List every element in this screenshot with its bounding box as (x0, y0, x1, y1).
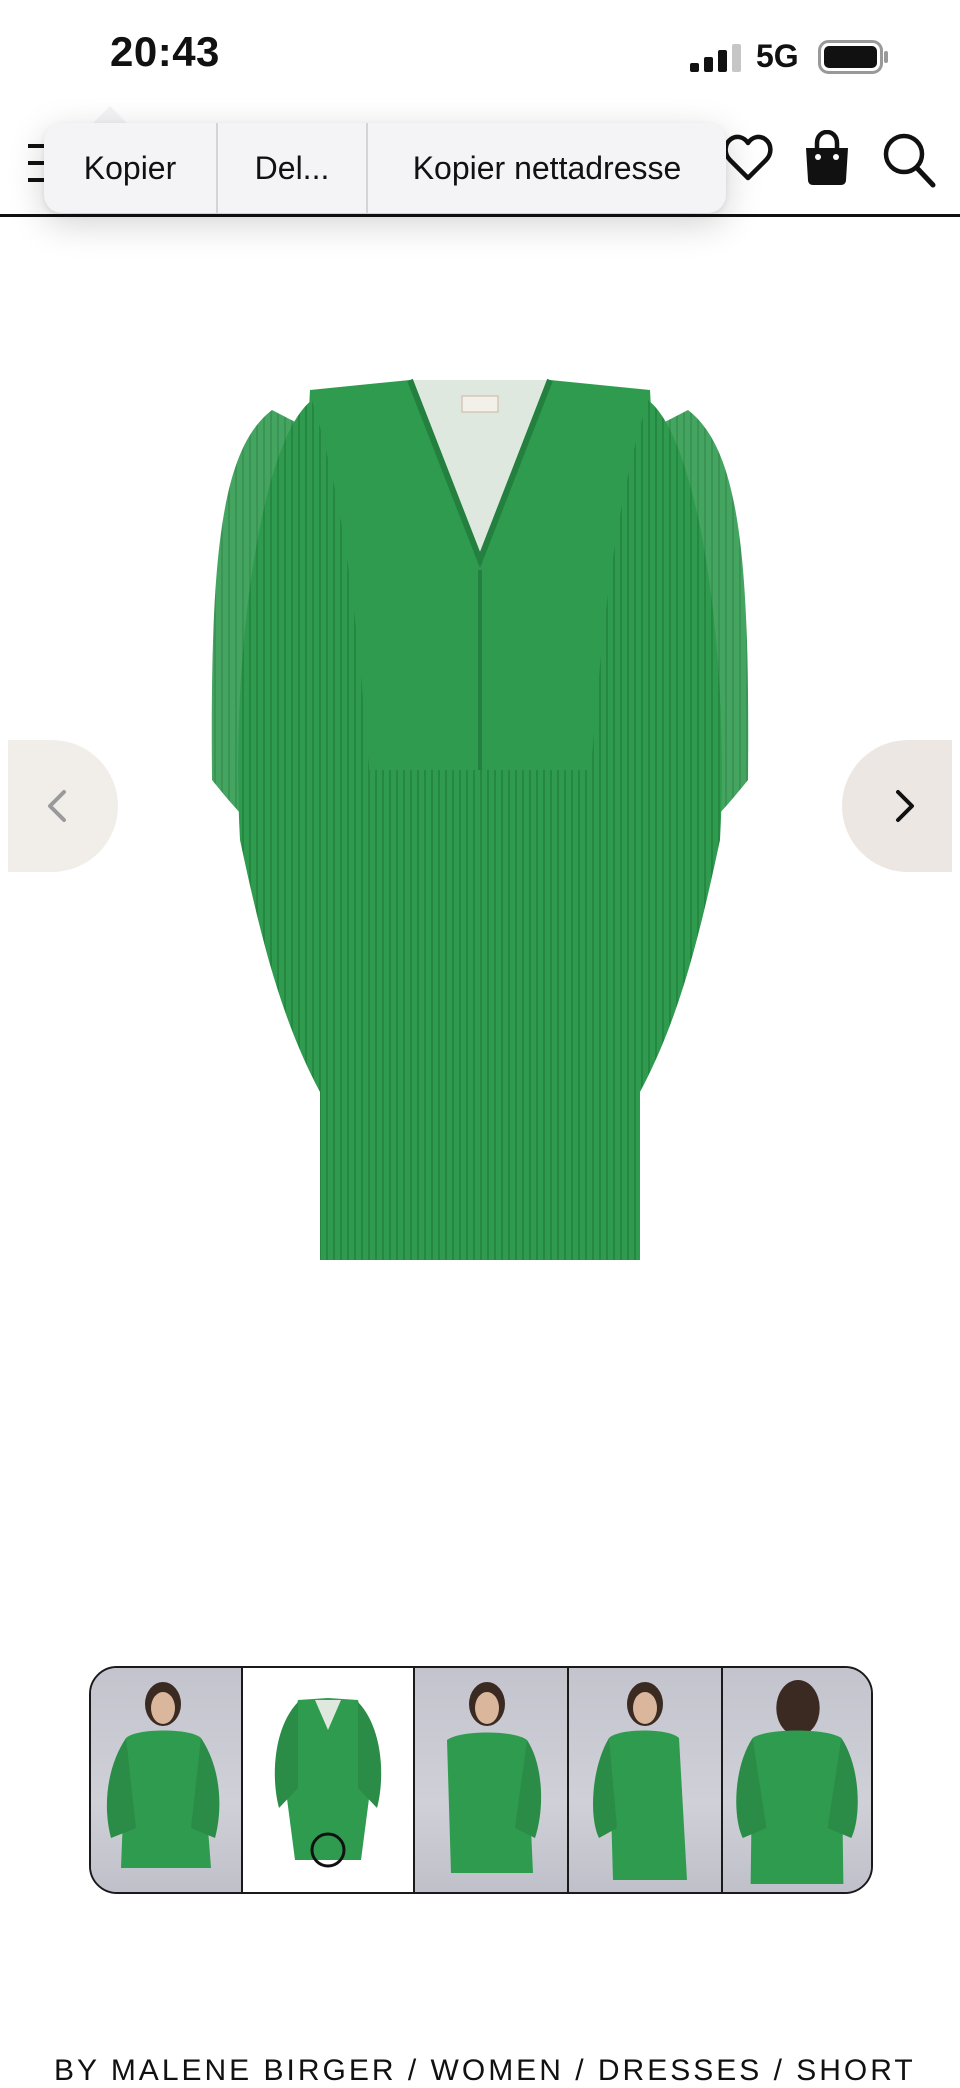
heart-icon[interactable] (722, 132, 774, 184)
carousel-next-button[interactable] (842, 740, 952, 872)
status-time: 20:43 (110, 28, 220, 75)
network-type: 5G (756, 38, 799, 74)
signal-icon (690, 44, 741, 72)
share-menu-item[interactable]: Del... (216, 123, 366, 213)
copy-menu-item[interactable]: Kopier (44, 123, 216, 213)
text-context-menu: Kopier Del... Kopier nettadresse (44, 123, 726, 213)
copy-url-menu-item[interactable]: Kopier nettadresse (366, 123, 726, 213)
breadcrumb[interactable]: BY MALENE BIRGER / WOMEN / DRESSES / SHO… (54, 2054, 914, 2088)
thumbnail[interactable] (91, 1668, 241, 1892)
shopping-bag-icon[interactable] (802, 130, 852, 186)
status-bar: 20:43 5G (0, 0, 960, 110)
thumbnail[interactable] (413, 1668, 567, 1892)
carousel-prev-button[interactable] (8, 740, 118, 872)
chevron-left-icon (48, 790, 66, 822)
thumbnail[interactable] (567, 1668, 721, 1892)
thumbnail-selected[interactable] (241, 1668, 413, 1892)
product-image (211, 378, 749, 1260)
thumbnail[interactable] (721, 1668, 871, 1892)
chevron-right-icon (896, 790, 914, 822)
search-icon[interactable] (882, 132, 936, 188)
thumbnail-strip (89, 1666, 873, 1894)
battery-icon (818, 40, 888, 74)
context-menu-pointer (92, 106, 128, 124)
